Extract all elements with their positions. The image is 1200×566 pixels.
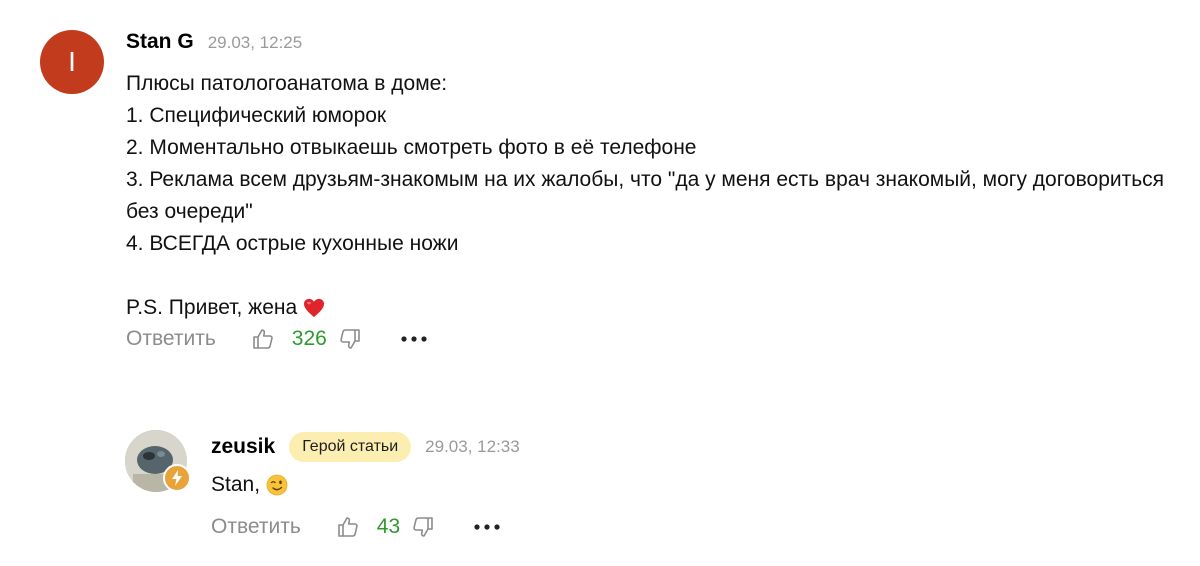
comment-line: 1. Специфический юморок — [126, 104, 387, 127]
reply-button[interactable]: Ответить — [211, 515, 301, 539]
comment-date: 29.03, 12:33 — [425, 437, 520, 456]
thumbs-up-icon[interactable] — [335, 514, 361, 540]
comment-header: zeusik Герой статьи 29.03, 12:33 — [211, 432, 520, 462]
comment-actions: Ответить 326 — [126, 326, 429, 352]
reply-button[interactable]: Ответить — [126, 327, 216, 351]
comment-line: P.S. Привет, жена — [126, 292, 1170, 324]
comment-text: Плюсы патологоанатома в доме: 1. Специфи… — [126, 68, 1170, 324]
author-name[interactable]: zeusik — [211, 435, 275, 459]
avatar[interactable] — [125, 430, 191, 492]
author-lightning-icon — [163, 464, 191, 492]
comment-line-empty — [126, 260, 1170, 292]
comment-header: Stan G 29.03, 12:25 — [126, 30, 302, 54]
ps-text: P.S. Привет, жена — [126, 296, 298, 319]
likes-count: 326 — [291, 327, 327, 350]
avatar[interactable]: I — [40, 30, 104, 94]
author-name[interactable]: Stan G — [126, 30, 194, 54]
comment-line: Плюсы патологоанатома в доме: — [126, 72, 448, 95]
comment-line: 2. Моментально отвыкаешь смотреть фото в… — [126, 136, 697, 159]
more-icon[interactable] — [399, 326, 429, 352]
comment-date: 29.03, 12:25 — [207, 33, 303, 52]
comment-line: 4. ВСЕГДА острые кухонные ножи — [126, 232, 459, 255]
hero-badge: Герой статьи — [289, 432, 412, 462]
heart-emoji — [304, 299, 325, 318]
comment-text: Stan, — [211, 470, 288, 500]
thumbs-down-icon[interactable] — [337, 326, 363, 352]
wink-emoji — [266, 474, 288, 496]
more-icon[interactable] — [472, 514, 502, 540]
avatar-letter: I — [68, 46, 76, 77]
comment-actions: Ответить 43 — [211, 514, 502, 540]
comment-line: Stan, — [211, 473, 261, 496]
thumbs-down-icon[interactable] — [410, 514, 436, 540]
thumbs-up-icon[interactable] — [250, 326, 276, 352]
comment-line: 3. Реклама всем друзьям-знакомым на их ж… — [126, 168, 1170, 223]
likes-count: 43 — [376, 515, 401, 538]
